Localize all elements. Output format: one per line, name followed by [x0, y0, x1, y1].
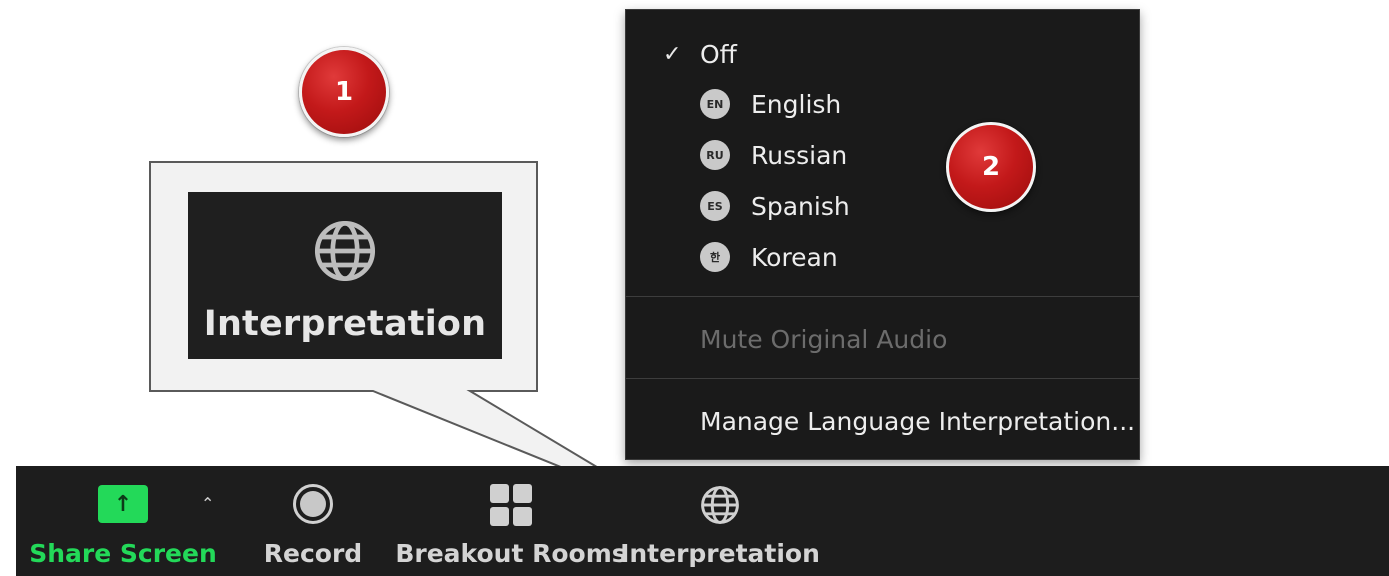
zoomed-interpretation-label: Interpretation: [203, 304, 487, 344]
globe-icon: [701, 486, 739, 524]
interpretation-button[interactable]: Interpretation: [620, 466, 820, 576]
menu-item-manage-interpretation[interactable]: Manage Language Interpretation...: [626, 397, 1139, 445]
step-badge-2: 2: [946, 122, 1036, 212]
menu-item-english-label: English: [751, 89, 842, 119]
menu-divider: [626, 296, 1139, 297]
language-badge-icon: 한: [700, 242, 730, 272]
mute-original-audio-label: Mute Original Audio: [700, 324, 948, 354]
share-arrow-up-icon: ↑: [98, 485, 148, 523]
language-badge-icon: ES: [700, 191, 730, 221]
menu-divider: [626, 378, 1139, 379]
menu-item-russian[interactable]: RU Russian: [626, 131, 1139, 179]
interpretation-menu: ✓ Off EN English RU Russian ES Spanish 한…: [625, 9, 1140, 460]
globe-icon: [314, 220, 376, 282]
menu-item-spanish[interactable]: ES Spanish: [626, 182, 1139, 230]
menu-item-mute-original-audio: Mute Original Audio: [626, 315, 1139, 363]
language-badge-icon: EN: [700, 89, 730, 119]
breakout-rooms-label: Breakout Rooms: [395, 539, 627, 568]
checkmark-icon: ✓: [663, 41, 682, 67]
record-label: Record: [263, 539, 363, 568]
record-icon: [293, 484, 333, 524]
language-badge-icon: RU: [700, 140, 730, 170]
breakout-rooms-button[interactable]: Breakout Rooms: [395, 466, 627, 576]
manage-interpretation-label: Manage Language Interpretation...: [700, 406, 1136, 436]
menu-item-spanish-label: Spanish: [751, 191, 850, 221]
interpretation-label: Interpretation: [620, 539, 820, 568]
chevron-up-icon[interactable]: ⌃: [201, 494, 214, 513]
grid-icon: [490, 484, 532, 526]
record-button[interactable]: Record: [256, 466, 376, 576]
share-screen-label: Share Screen: [29, 539, 217, 568]
zoomed-interpretation-button: Interpretation: [188, 192, 502, 359]
share-screen-button[interactable]: ↑ Share Screen: [16, 466, 236, 576]
record-dot: [300, 491, 326, 517]
menu-item-off[interactable]: ✓ Off: [626, 30, 1139, 78]
meeting-toolbar: ↑ Share Screen ⌃ Record Breakout Rooms I…: [16, 466, 1389, 576]
menu-item-korean[interactable]: 한 Korean: [626, 233, 1139, 281]
menu-item-english[interactable]: EN English: [626, 80, 1139, 128]
menu-item-off-label: Off: [700, 39, 737, 69]
menu-item-russian-label: Russian: [751, 140, 848, 170]
step-badge-1: 1: [299, 47, 389, 137]
menu-item-korean-label: Korean: [751, 242, 838, 272]
